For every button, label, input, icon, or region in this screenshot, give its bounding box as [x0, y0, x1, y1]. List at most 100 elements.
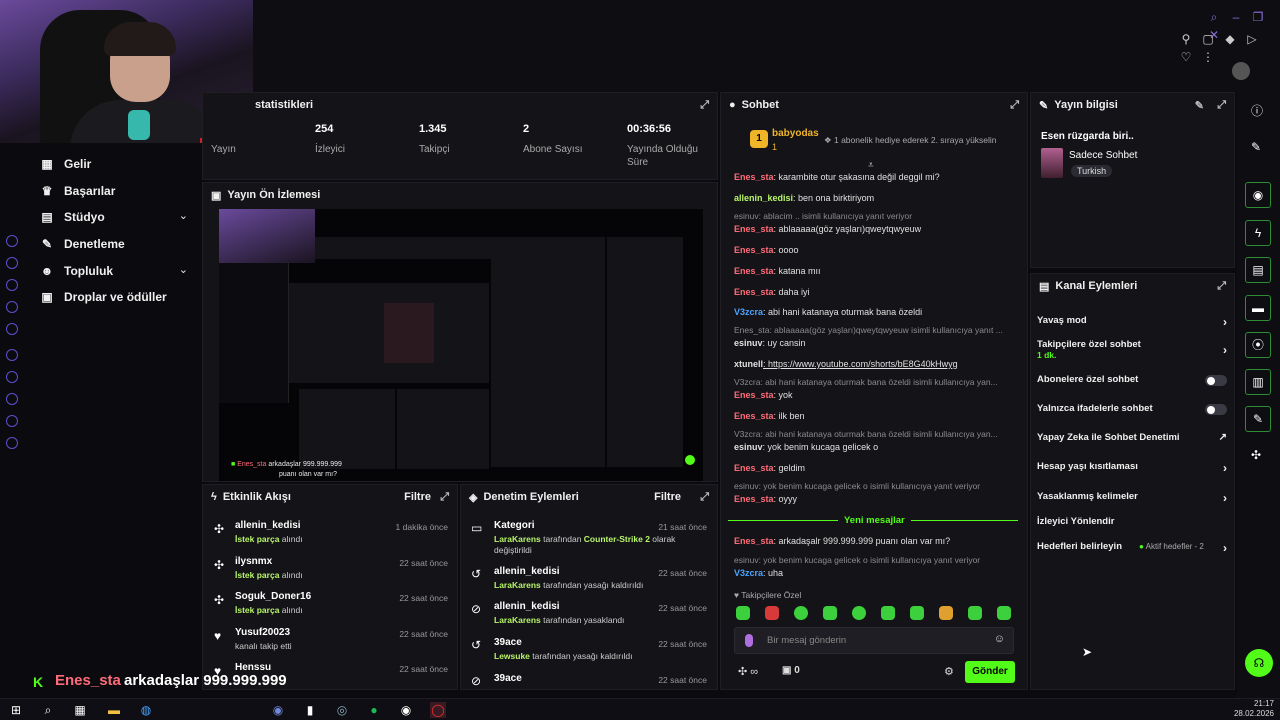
emote[interactable]: [968, 606, 982, 620]
emote[interactable]: [852, 606, 866, 620]
action-emotes-only[interactable]: Yalnızca ifadelerle sohbet: [1037, 403, 1227, 421]
edit-icon[interactable]: ✎: [1195, 99, 1204, 112]
chat-username[interactable]: Enes_sta: [734, 287, 774, 297]
gift-count[interactable]: ▣ 0: [782, 665, 800, 676]
action-followers-only[interactable]: Takipçilere özel sohbet 1 dk. ›: [1037, 339, 1227, 363]
action-goals[interactable]: Hedefleri belirleyin ● Aktif hedefler - 2…: [1037, 541, 1227, 559]
chat-username[interactable]: Enes_sta: [734, 245, 774, 255]
shield-icon[interactable]: ◆: [1222, 31, 1238, 47]
chat-username[interactable]: Enes_sta: [734, 411, 774, 421]
chat-username[interactable]: xtunell: [734, 359, 763, 369]
toggle[interactable]: [1205, 375, 1227, 386]
action-subscribers-only[interactable]: Abonelere özel sohbet: [1037, 374, 1227, 392]
emote[interactable]: [939, 606, 953, 620]
sidebar-item-droplar[interactable]: ▣ Droplar ve ödüller: [40, 286, 166, 308]
action-raid[interactable]: İzleyici Yönlendir: [1037, 516, 1227, 534]
document-icon[interactable]: ▤: [1245, 257, 1271, 283]
dots-icon[interactable]: ⋮: [1200, 49, 1216, 65]
chat-input[interactable]: Bir mesaj gönderin ☺: [734, 627, 1014, 654]
moderation-header: ◈ Denetim Eylemleri Filtre ⤢: [461, 485, 717, 509]
pen-icon[interactable]: ✎: [1251, 140, 1261, 154]
chat-username[interactable]: Enes_sta: [734, 224, 774, 234]
pin-icon[interactable]: ⚲: [1178, 31, 1194, 47]
chevron-down-icon[interactable]: ⌄: [179, 209, 188, 222]
expand-icon[interactable]: ⤢: [700, 99, 709, 112]
epic-icon[interactable]: ▮: [302, 702, 318, 718]
server-icon[interactable]: ▥: [1245, 369, 1271, 395]
chevron-down-icon[interactable]: ⌄: [179, 263, 188, 276]
chat-username[interactable]: Enes_sta: [734, 390, 774, 400]
spotify-icon[interactable]: ●: [366, 702, 382, 718]
record-icon[interactable]: ◉: [1245, 182, 1271, 208]
task-view-icon[interactable]: ▦: [72, 702, 88, 718]
chat-username[interactable]: esinuv: [734, 338, 763, 348]
toggle[interactable]: [1205, 404, 1227, 415]
minimize-icon[interactable]: –: [1228, 9, 1244, 25]
restore-icon[interactable]: ❐: [1250, 9, 1266, 25]
browser-icon[interactable]: ◍: [138, 702, 154, 718]
puzzle-icon[interactable]: ✣: [1251, 448, 1261, 462]
emote[interactable]: [736, 606, 750, 620]
chat-username[interactable]: V3zcra: [734, 568, 763, 578]
moderation-filter[interactable]: Filtre: [654, 491, 681, 503]
obs-icon[interactable]: ◉: [398, 702, 414, 718]
opera-icon[interactable]: ◯: [430, 702, 446, 718]
avatar[interactable]: [1232, 62, 1250, 80]
emote[interactable]: [794, 606, 808, 620]
chat-username[interactable]: Enes_sta: [734, 494, 774, 504]
expand-icon[interactable]: ⤢: [1217, 99, 1226, 112]
chat-username[interactable]: Enes_sta: [734, 172, 774, 182]
support-icon[interactable]: ☊: [1245, 649, 1273, 677]
sidebar-item-basarilar[interactable]: ♛ Başarılar: [40, 180, 116, 202]
wrench-icon: ✎: [41, 237, 53, 251]
info-icon[interactable]: ⓘ: [1251, 102, 1263, 119]
sidebar-item-denetleme[interactable]: ✎ Denetleme: [40, 233, 125, 255]
send-button[interactable]: Gönder: [965, 661, 1015, 683]
broadcast-icon[interactable]: ⦿: [1245, 332, 1271, 358]
emote[interactable]: [997, 606, 1011, 620]
expand-icon[interactable]: ⤢: [1217, 280, 1226, 293]
points-icon[interactable]: ✣ ∞: [738, 665, 758, 678]
play-icon[interactable]: ▷: [1244, 31, 1260, 47]
discord-icon[interactable]: ◉: [270, 702, 286, 718]
chat-username[interactable]: esinuv: [734, 442, 763, 452]
expand-icon[interactable]: ⤢: [440, 491, 449, 504]
sidebar-item-gelir[interactable]: ▦ Gelir: [40, 153, 91, 175]
expand-icon[interactable]: ⤢: [1010, 99, 1019, 112]
wrench-icon[interactable]: ✎: [1245, 406, 1271, 432]
sidebar-item-studyo[interactable]: ▤ Stüdyo: [40, 206, 190, 228]
scroll-down-icon[interactable]: ⩡: [868, 160, 874, 171]
pinned-user[interactable]: babyodas: [772, 128, 819, 139]
emoji-icon[interactable]: ☺: [994, 633, 1005, 645]
emote[interactable]: [765, 606, 779, 620]
emote[interactable]: [910, 606, 924, 620]
chat-username[interactable]: allenin_kedisi: [734, 193, 793, 203]
mic-icon[interactable]: [745, 634, 753, 647]
action-slow-mode[interactable]: Yavaş mod ›: [1037, 315, 1227, 333]
tag-badge[interactable]: Turkish: [1071, 165, 1113, 177]
windows-icon[interactable]: ⊞: [8, 702, 24, 718]
chat-bubble-icon[interactable]: ▬: [1245, 295, 1271, 321]
action-banned-words[interactable]: Yasaklanmış kelimeler ›: [1037, 491, 1227, 509]
emote[interactable]: [881, 606, 895, 620]
bolt-icon[interactable]: ϟ: [1245, 220, 1271, 246]
action-account-age[interactable]: Hesap yaşı kısıtlaması ›: [1037, 461, 1227, 479]
search-icon[interactable]: ⌕: [1206, 9, 1222, 25]
activity-filter[interactable]: Filtre: [404, 491, 431, 503]
heart-icon[interactable]: ♡: [1178, 49, 1194, 65]
chat-username[interactable]: Enes_sta: [734, 536, 774, 546]
chat-username[interactable]: V3zcra: [734, 307, 763, 317]
sidebar-item-topluluk[interactable]: ☻ Topluluk: [40, 260, 113, 282]
folder-icon[interactable]: ▬: [106, 702, 122, 718]
stream-preview[interactable]: ■ Enes_sta arkadaşlar 999.999.999 puanı …: [219, 209, 703, 481]
bookmark-icon[interactable]: ▢: [1200, 31, 1216, 47]
expand-icon[interactable]: ⤢: [700, 491, 709, 504]
steam-icon[interactable]: ◎: [334, 702, 350, 718]
settings-icon[interactable]: ⚙: [944, 665, 954, 678]
action-ai-moderation[interactable]: Yapay Zeka ile Sohbet Denetimi ↗: [1037, 432, 1227, 450]
chat-username[interactable]: Enes_sta: [734, 463, 774, 473]
chat-username[interactable]: Enes_sta: [734, 266, 774, 276]
search-icon[interactable]: ⌕: [40, 702, 56, 718]
category-name[interactable]: Sadece Sohbet: [1069, 150, 1137, 161]
emote[interactable]: [823, 606, 837, 620]
